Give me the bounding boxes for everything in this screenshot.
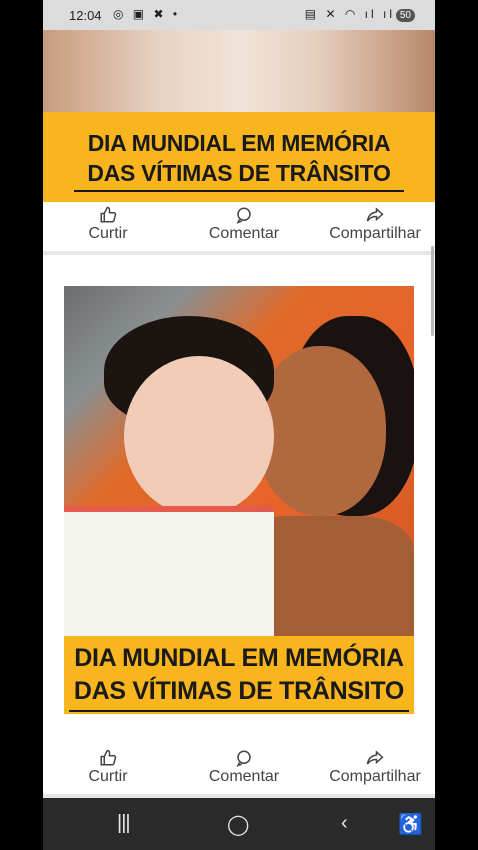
comment-icon	[235, 205, 253, 225]
home-icon[interactable]: ◯	[227, 812, 249, 837]
comment-label: Comentar	[208, 225, 280, 242]
comment-button[interactable]: Comentar	[184, 748, 304, 794]
like-button[interactable]: Curtir	[43, 748, 173, 794]
share-label: Compartilhar	[329, 225, 421, 242]
photo-woman-face	[256, 346, 386, 516]
status-bar: 12:04 ◎ ▣ ✖ • ▤ ✕ ◠ ıl ıl 50	[43, 0, 435, 30]
status-time: 12:04	[69, 8, 102, 23]
banner-line-2: DAS VÍTIMAS DE TRÂNSITO	[73, 677, 405, 705]
navigation-bar: ||| ◯ ‹ ♿	[43, 798, 435, 850]
like-label: Curtir	[88, 768, 128, 785]
banner-line-2: DAS VÍTIMAS DE TRÂNSITO	[87, 160, 391, 186]
photo-girl-shirt	[64, 506, 274, 636]
accessibility-icon[interactable]: ♿	[398, 812, 423, 837]
memorial-banner: DIA MUNDIAL EM MEMÓRIA DAS VÍTIMAS DE TR…	[43, 112, 435, 202]
like-button[interactable]: Curtir	[43, 205, 173, 251]
comment-label: Comentar	[208, 768, 280, 785]
banner-underline	[74, 190, 404, 192]
notification-icons: ◎ ▣ ✖ •	[113, 7, 181, 21]
share-label: Compartilhar	[329, 768, 421, 785]
recent-apps-icon[interactable]: |||	[117, 812, 131, 835]
back-icon[interactable]: ‹	[341, 812, 348, 835]
banner-line-1: DIA MUNDIAL EM MEMÓRIA	[87, 130, 391, 156]
thumbs-up-icon	[99, 205, 117, 225]
like-label: Curtir	[88, 225, 128, 242]
share-icon	[366, 748, 384, 768]
scrollbar[interactable]	[431, 246, 434, 336]
photo-girl-face	[124, 356, 274, 516]
post-divider	[43, 251, 435, 255]
share-button[interactable]: Compartilhar	[315, 748, 435, 794]
banner-underline	[69, 710, 409, 712]
post-photo-cropped[interactable]	[43, 30, 435, 112]
memorial-banner: DIA MUNDIAL EM MEMÓRIA DAS VÍTIMAS DE TR…	[64, 636, 414, 714]
battery-icon: 50	[395, 9, 415, 22]
banner-line-1: DIA MUNDIAL EM MEMÓRIA	[74, 644, 404, 672]
post-actions: Curtir Comentar Compartilhar	[43, 748, 435, 794]
comment-icon	[235, 748, 253, 768]
app-screen: 12:04 ◎ ▣ ✖ • ▤ ✕ ◠ ıl ıl 50 DIA MUNDIAL…	[43, 0, 435, 850]
thumbs-up-icon	[99, 748, 117, 768]
share-button[interactable]: Compartilhar	[315, 205, 435, 251]
system-icons: ▤ ✕ ◠ ıl ıl	[304, 7, 395, 21]
post-actions: Curtir Comentar Compartilhar	[43, 205, 435, 251]
post-photo[interactable]	[64, 286, 414, 636]
share-icon	[366, 205, 384, 225]
comment-button[interactable]: Comentar	[184, 205, 304, 251]
